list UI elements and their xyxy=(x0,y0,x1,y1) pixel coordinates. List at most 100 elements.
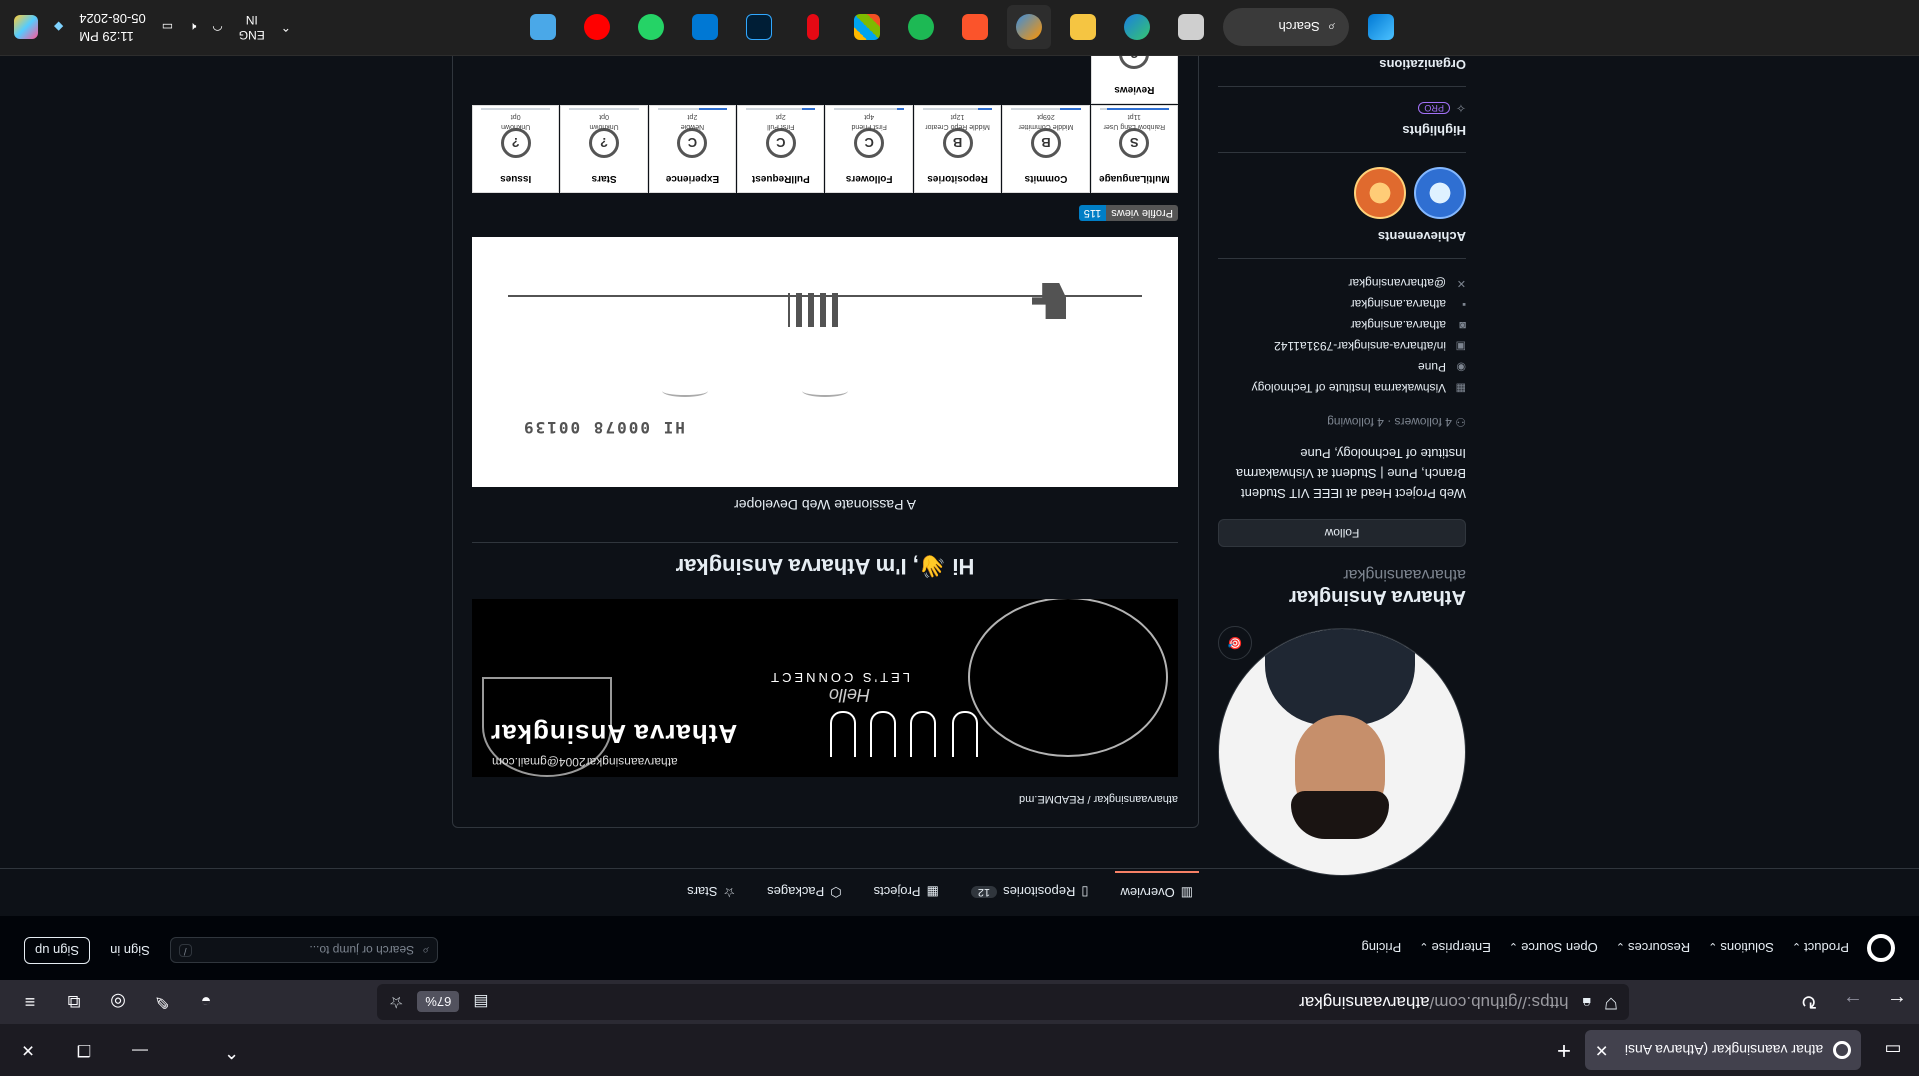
forward-icon[interactable]: → xyxy=(1831,980,1875,1024)
menu-open-source[interactable]: Open Source xyxy=(1509,941,1598,956)
browser-toolbar: ← → ↻ ⛉ 🔒︎ https://github.com/atharvaans… xyxy=(0,980,1919,1024)
brave-icon[interactable] xyxy=(953,5,997,49)
trophy-name: MultiLanguage xyxy=(1099,173,1170,184)
notepad-icon[interactable] xyxy=(521,5,565,49)
url-text[interactable]: https://github.com/atharvaansingkar xyxy=(503,992,1568,1012)
tab-close-icon[interactable]: ✕ xyxy=(1595,1040,1608,1060)
sign-in-link[interactable]: Sign in xyxy=(110,943,150,958)
back-icon[interactable]: ← xyxy=(1875,980,1919,1024)
building-icon: ▦ xyxy=(1455,382,1466,394)
shield-icon[interactable]: ⛉ xyxy=(1605,993,1617,1011)
trophy-progress xyxy=(1099,108,1169,110)
account-icon[interactable]: ◎ xyxy=(96,980,140,1024)
trophy-points: 4pt xyxy=(864,113,875,120)
file-explorer-icon[interactable] xyxy=(1061,5,1105,49)
trophy-progress-fill xyxy=(1059,108,1081,110)
game-score: HI 00078 00139 xyxy=(522,418,685,437)
store-icon[interactable] xyxy=(845,5,889,49)
wifi-icon[interactable]: ◠ xyxy=(212,20,222,34)
follow-button[interactable]: Follow xyxy=(1218,519,1466,547)
youtube-icon[interactable] xyxy=(575,5,619,49)
trophy-progress-fill xyxy=(699,108,728,110)
reader-view-icon[interactable]: ▤ xyxy=(473,992,488,1012)
tab-list-chevron-icon[interactable]: ⌃ xyxy=(224,1041,239,1062)
lang-line1: ENG xyxy=(238,28,265,42)
zoom-level[interactable]: 67% xyxy=(417,991,460,1013)
status-emoji[interactable]: 🎯 xyxy=(1218,626,1252,660)
minimize-icon[interactable]: — xyxy=(112,1024,168,1076)
detail-text[interactable]: in/atharva-ansingkar-7931a1142 xyxy=(1274,340,1446,354)
firefox-icon[interactable] xyxy=(1007,5,1051,49)
battery-icon[interactable]: ▭ xyxy=(162,20,173,34)
menu-solutions[interactable]: Solutions xyxy=(1708,941,1773,956)
bookmark-star-icon[interactable]: ☆ xyxy=(389,992,403,1012)
spotify-icon[interactable] xyxy=(899,5,943,49)
detail-linkedin[interactable]: ▣ in/atharva-ansingkar-7931a1142 xyxy=(1218,336,1466,357)
task-view-icon[interactable] xyxy=(1169,5,1213,49)
detail-instagram[interactable]: ◙ atharva.ansingkar xyxy=(1218,315,1466,336)
avatar[interactable] xyxy=(1218,628,1466,876)
following-link[interactable]: 4 following xyxy=(1327,415,1384,429)
menu-enterprise[interactable]: Enterprise xyxy=(1419,941,1491,956)
tab-packages[interactable]: ⬡ Packages xyxy=(761,872,847,912)
language-indicator[interactable]: ENG IN xyxy=(239,12,265,42)
readme-tagline: A Passionate Web Developer xyxy=(734,497,916,513)
trophy-progress xyxy=(657,108,728,110)
trophy-name: Commits xyxy=(1024,173,1068,184)
taskbar-search-label: Search xyxy=(1278,19,1320,35)
achievement-badge-quickdraw[interactable] xyxy=(1354,167,1406,219)
photoshop-icon[interactable] xyxy=(737,5,781,49)
address-bar[interactable]: ⛉ 🔒︎ https://github.com/atharvaansingkar… xyxy=(377,984,1629,1020)
tab-repositories[interactable]: ▯ Repositories 12 xyxy=(965,872,1095,912)
trophy-progress xyxy=(481,108,551,110)
pocket-icon[interactable]: ◒ xyxy=(184,980,228,1024)
whatsapp-icon[interactable] xyxy=(629,5,673,49)
restore-icon[interactable]: ❐ xyxy=(56,1024,112,1076)
tab-projects[interactable]: ▦ Projects xyxy=(868,872,945,912)
copilot-app-icon[interactable] xyxy=(14,15,38,39)
trophy-name: Issues xyxy=(500,173,532,184)
banner-name: Atharva Ansingkar xyxy=(490,719,738,749)
followers-link[interactable]: 4 followers xyxy=(1395,415,1452,429)
detail-text[interactable]: atharva.ansingkar xyxy=(1351,298,1446,312)
tray-chevron-icon[interactable]: ⌃ xyxy=(281,20,291,34)
trophy-card: Issues? Unknown 0pt xyxy=(472,105,560,193)
start-icon[interactable] xyxy=(1359,5,1403,49)
vscode-icon[interactable] xyxy=(683,5,727,49)
close-window-icon[interactable]: ✕ xyxy=(0,1024,56,1076)
menu-icon[interactable]: ≡ xyxy=(8,980,52,1024)
netflix-icon[interactable] xyxy=(791,5,835,49)
reload-icon[interactable]: ↻ xyxy=(1787,980,1831,1024)
trophy-subtitle: Middle Repo Creator xyxy=(925,123,990,130)
package-icon: ⬡ xyxy=(830,885,842,900)
clock[interactable]: 11:29 PM 05-08-2024 xyxy=(79,9,146,45)
tab-stars[interactable]: ☆ Stars xyxy=(681,872,741,912)
achievement-badge-pull-shark[interactable] xyxy=(1414,167,1466,219)
github-logo-icon[interactable] xyxy=(1867,934,1895,962)
pen-icon[interactable]: ✎ xyxy=(140,980,184,1024)
extensions-icon[interactable]: ⧉ xyxy=(52,980,96,1024)
detail-text[interactable]: @atharvansingkar xyxy=(1348,277,1446,291)
sign-up-button[interactable]: Sign up xyxy=(24,937,91,964)
lock-icon[interactable]: 🔒︎ xyxy=(1582,993,1591,1011)
detail-facebook[interactable]: ▪ atharva.ansingkar xyxy=(1218,294,1466,315)
github-menu: Product Solutions Resources Open Source … xyxy=(1362,941,1849,956)
taskbar-search[interactable]: ⌕ Search xyxy=(1223,8,1349,46)
menu-resources[interactable]: Resources xyxy=(1616,941,1690,956)
edge-icon[interactable] xyxy=(1115,5,1159,49)
profile-name: Atharva Ansingkar xyxy=(1288,586,1466,608)
copilot-icon[interactable]: ◆ xyxy=(54,20,63,34)
sidebar-toggle-icon[interactable]: ▭ xyxy=(1867,1024,1919,1076)
browser-tab[interactable]: athar vaansingkar (Atharva Ansi ✕ xyxy=(1585,1030,1861,1070)
github-search-input[interactable]: ⌕ Search or jump to... / xyxy=(169,937,438,964)
volume-icon[interactable]: 🔈︎ xyxy=(189,20,196,35)
avatar-suit xyxy=(1265,628,1415,725)
detail-text[interactable]: atharva.ansingkar xyxy=(1351,319,1446,333)
detail-x[interactable]: ✕ @atharvansingkar xyxy=(1218,273,1466,294)
menu-product[interactable]: Product xyxy=(1792,941,1849,956)
achievements-title[interactable]: Achievements xyxy=(1218,229,1466,244)
new-tab-button[interactable]: + xyxy=(1557,1036,1571,1064)
readme-path[interactable]: atharvaansingkar / README.md xyxy=(1019,793,1178,805)
menu-pricing[interactable]: Pricing xyxy=(1362,941,1402,956)
tab-overview[interactable]: ▥ Overview xyxy=(1114,871,1199,913)
